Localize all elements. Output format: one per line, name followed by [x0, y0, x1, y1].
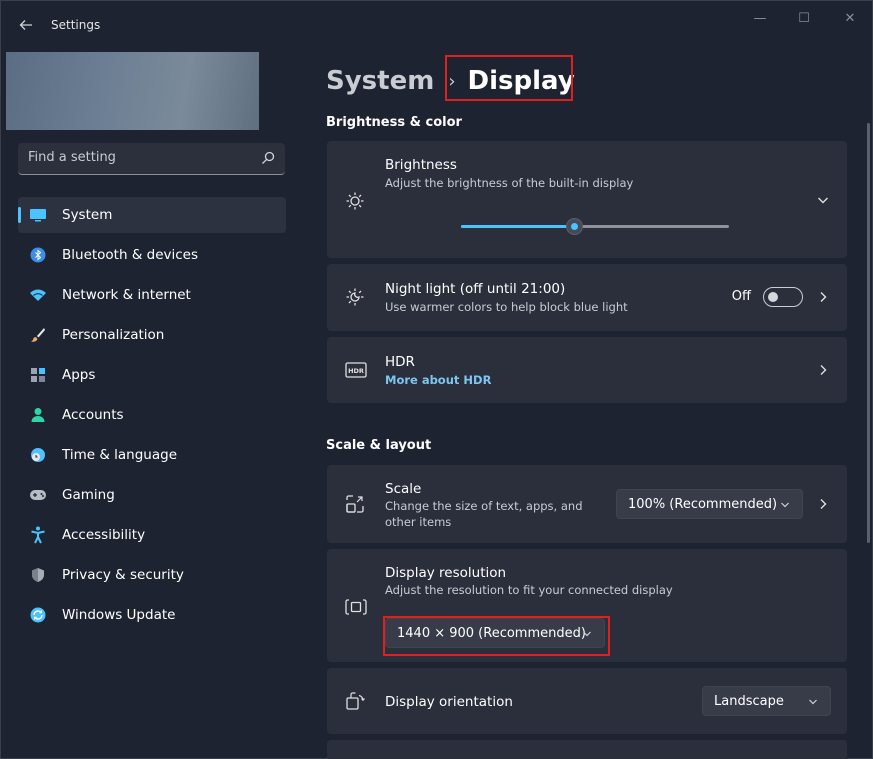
- sidebar-item-label: Personalization: [62, 327, 165, 343]
- sidebar-item-label: Apps: [62, 367, 96, 383]
- resolution-title: Display resolution: [385, 565, 507, 581]
- person-icon: [29, 406, 47, 424]
- settings-window: Settings — ☐ ✕ System Bluetooth & device…: [0, 0, 873, 759]
- minimize-button[interactable]: —: [745, 9, 775, 29]
- chevron-down-icon[interactable]: [817, 194, 829, 206]
- chevron-down-icon: [809, 699, 817, 705]
- accessibility-icon: [29, 526, 47, 544]
- shield-icon: [29, 566, 47, 584]
- orientation-dropdown-value: Landscape: [714, 694, 784, 709]
- sidebar-item-system[interactable]: System: [18, 197, 286, 233]
- maximize-button[interactable]: ☐: [789, 9, 819, 29]
- sidebar-item-label: Accounts: [62, 407, 124, 423]
- brightness-slider-fill: [461, 225, 574, 228]
- breadcrumb-parent[interactable]: System: [326, 66, 434, 96]
- night-light-card[interactable]: Night light (off until 21:00) Use warmer…: [327, 264, 847, 331]
- sidebar-item-gaming[interactable]: Gaming: [18, 477, 286, 513]
- sidebar-item-accounts[interactable]: Accounts: [18, 397, 286, 433]
- sidebar-item-personalization[interactable]: Personalization: [18, 317, 286, 353]
- back-arrow-icon: [19, 20, 32, 30]
- hdr-title: HDR: [385, 354, 415, 370]
- scale-icon: [346, 495, 364, 513]
- search-icon[interactable]: [261, 151, 275, 165]
- highlight-box-title: [445, 55, 573, 101]
- app-title: Settings: [51, 18, 101, 32]
- scale-description-line1: Change the size of text, apps, and: [385, 499, 583, 513]
- close-button[interactable]: ✕: [835, 9, 865, 29]
- hdr-card[interactable]: HDR HDR More about HDR: [327, 337, 847, 403]
- sidebar-item-label: Accessibility: [62, 527, 146, 543]
- orientation-card: Display orientation Landscape: [327, 668, 847, 734]
- monitor-icon: [29, 206, 47, 224]
- brightness-title: Brightness: [385, 157, 457, 173]
- sidebar-item-label: Time & language: [62, 447, 178, 463]
- scale-title: Scale: [385, 481, 422, 497]
- night-light-toggle[interactable]: [763, 287, 803, 307]
- chevron-right-icon[interactable]: [817, 291, 829, 303]
- scrollbar[interactable]: [867, 123, 870, 543]
- hdr-icon: HDR: [345, 362, 367, 378]
- title-bar: Settings — ☐ ✕: [1, 1, 872, 49]
- brightness-card[interactable]: Brightness Adjust the brightness of the …: [327, 141, 847, 258]
- highlight-box-resolution: [383, 616, 610, 656]
- orientation-dropdown[interactable]: Landscape: [702, 686, 831, 716]
- brightness-slider[interactable]: [461, 218, 729, 235]
- resolution-description: Adjust the resolution to fit your connec…: [385, 583, 673, 597]
- sidebar-item-bluetooth[interactable]: Bluetooth & devices: [18, 237, 286, 273]
- section-title-scale: Scale & layout: [326, 438, 432, 453]
- brush-icon: [29, 326, 47, 344]
- sidebar-item-label: System: [62, 207, 113, 223]
- sidebar-item-label: Gaming: [62, 487, 115, 503]
- sidebar-item-label: Network & internet: [62, 287, 191, 303]
- update-icon: [29, 606, 47, 624]
- night-light-description: Use warmer colors to help block blue lig…: [385, 300, 628, 314]
- sidebar-item-privacy[interactable]: Privacy & security: [18, 557, 286, 593]
- section-title-brightness: Brightness & color: [326, 115, 462, 130]
- scale-dropdown[interactable]: 100% (Recommended): [616, 489, 803, 519]
- scale-card[interactable]: Scale Change the size of text, apps, and…: [327, 465, 847, 543]
- sun-icon: [346, 192, 364, 210]
- hdr-icon-text: HDR: [348, 367, 364, 375]
- scale-description-line2: other items: [385, 515, 452, 529]
- sidebar-item-accessibility[interactable]: Accessibility: [18, 517, 286, 553]
- orientation-title: Display orientation: [385, 694, 513, 710]
- profile-banner[interactable]: [6, 52, 259, 130]
- sidebar-nav: System Bluetooth & devices Network & int…: [18, 197, 286, 637]
- chevron-down-icon: [781, 502, 789, 508]
- sidebar-item-label: Privacy & security: [62, 567, 184, 583]
- night-light-icon: [346, 288, 364, 306]
- brightness-description: Adjust the brightness of the built-in di…: [385, 176, 634, 190]
- sidebar-item-label: Windows Update: [62, 607, 176, 623]
- brightness-slider-thumb[interactable]: [565, 218, 583, 235]
- sidebar-item-windows-update[interactable]: Windows Update: [18, 597, 286, 633]
- wifi-icon: [29, 286, 47, 304]
- sidebar-item-network[interactable]: Network & internet: [18, 277, 286, 313]
- resolution-icon: [345, 599, 367, 615]
- sidebar-item-label: Bluetooth & devices: [62, 247, 199, 263]
- night-light-title: Night light (off until 21:00): [385, 281, 566, 297]
- scale-dropdown-value: 100% (Recommended): [628, 497, 778, 512]
- back-button[interactable]: [15, 14, 37, 36]
- gamepad-icon: [29, 486, 47, 504]
- toggle-knob: [768, 292, 778, 302]
- chevron-right-icon[interactable]: [817, 364, 829, 376]
- bluetooth-icon: [29, 246, 47, 264]
- hdr-link[interactable]: More about HDR: [385, 373, 491, 387]
- orientation-icon: [346, 692, 365, 710]
- apps-icon: [29, 366, 47, 384]
- search-box: [18, 143, 285, 175]
- chevron-right-icon[interactable]: [817, 498, 829, 510]
- night-light-state: Off: [731, 289, 751, 304]
- search-input[interactable]: [28, 150, 248, 165]
- sidebar-item-time-language[interactable]: Time & language: [18, 437, 286, 473]
- globe-clock-icon: [29, 446, 47, 464]
- next-card: [327, 740, 847, 759]
- sidebar-item-apps[interactable]: Apps: [18, 357, 286, 393]
